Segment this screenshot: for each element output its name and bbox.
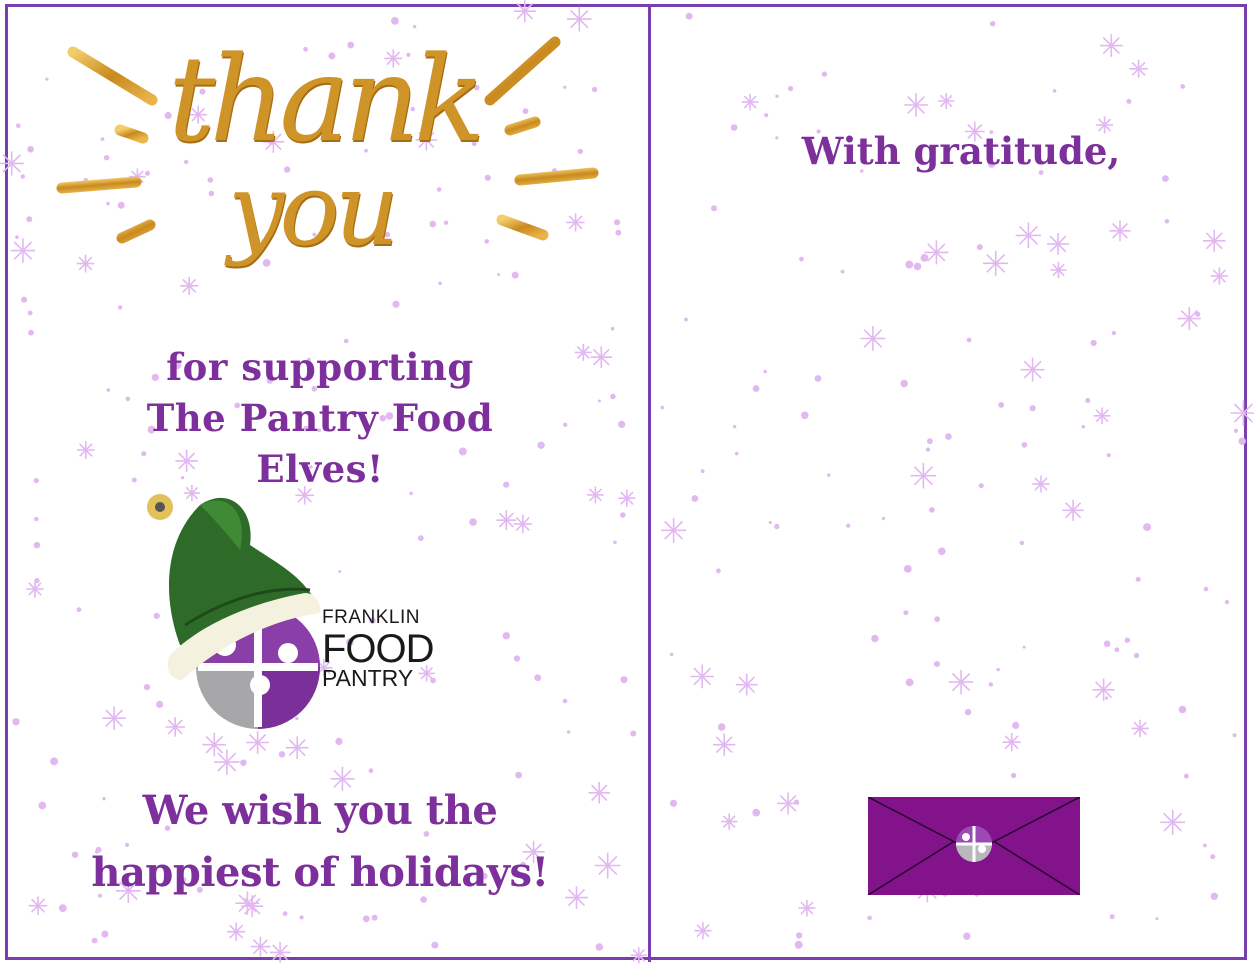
thank-you-lettering: thank you	[40, 30, 600, 330]
support-message: for supporting The Pantry Food Elves!	[90, 342, 550, 495]
support-line-1: for supporting	[166, 345, 474, 389]
logo-line-food: FOOD	[322, 627, 435, 671]
support-line-2: The Pantry Food	[146, 396, 494, 440]
wish-line-2: happiest of holidays!	[91, 849, 549, 896]
logo-wordmark: FRANKLIN FOOD PANTRY	[322, 607, 435, 690]
wish-line-1: We wish you the	[142, 787, 498, 834]
thank-text: thank	[168, 30, 485, 168]
logo-line-franklin: FRANKLIN	[322, 607, 420, 628]
holiday-wish: We wish you the happiest of holidays!	[80, 780, 560, 904]
envelope-icon	[867, 796, 1081, 896]
you-text: you	[228, 151, 399, 268]
gratitude-heading: With gratitude,	[801, 129, 1121, 173]
